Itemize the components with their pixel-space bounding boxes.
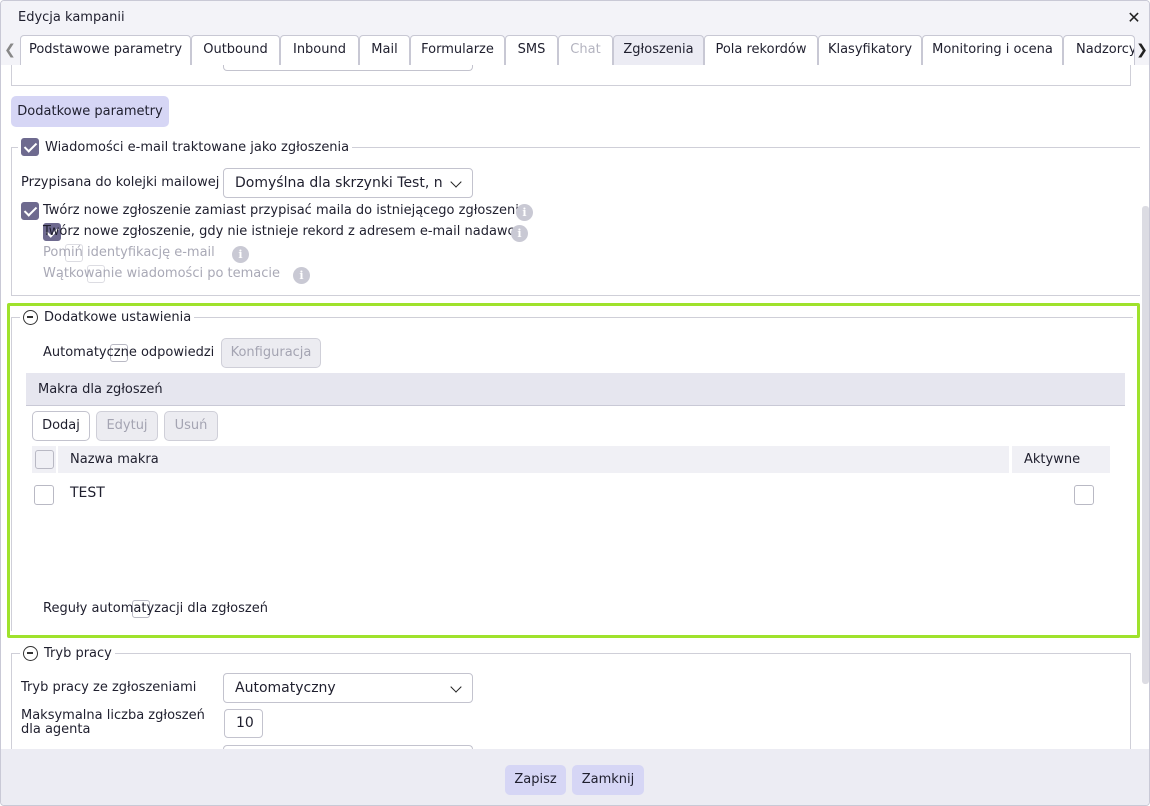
email-section-legend: Wiadomości e-mail traktowane jako zgłosz… bbox=[18, 137, 353, 157]
tab-klasyfikatory[interactable]: Klasyfikatory bbox=[818, 35, 922, 65]
dialog-footer: Zapisz Zamknij bbox=[1, 749, 1149, 805]
work-mode-select[interactable]: Automatyczny bbox=[223, 673, 473, 703]
tab-scroll-left-icon[interactable]: ❮ bbox=[3, 41, 17, 59]
save-button[interactable]: Zapisz bbox=[505, 765, 566, 795]
new-ticket-instead-checkbox[interactable] bbox=[21, 202, 39, 220]
max-tickets-input[interactable]: 10 bbox=[224, 709, 263, 738]
tab-scroll-right-icon[interactable]: ❯ bbox=[1135, 41, 1149, 59]
tab-monitoring-i-ocena[interactable]: Monitoring i ocena bbox=[922, 35, 1063, 65]
tab-mail[interactable]: Mail bbox=[359, 35, 410, 65]
scrollbar-thumb[interactable] bbox=[1142, 206, 1149, 684]
info-icon[interactable]: i bbox=[511, 225, 528, 242]
work-mode-select-value: Automatyczny bbox=[235, 680, 336, 696]
queue-label: Przypisana do kolejki mailowej bbox=[21, 175, 220, 190]
new-ticket-no-record-label: Twórz nowe zgłoszenie, gdy nie istnieje … bbox=[43, 224, 523, 239]
tab-chat: Chat bbox=[558, 35, 613, 65]
highlight-frame bbox=[7, 303, 1140, 638]
close-button[interactable]: Zamknij bbox=[572, 765, 644, 795]
dialog-title: Edycja kampanii bbox=[18, 10, 125, 25]
tab-podstawowe-parametry[interactable]: Podstawowe parametry bbox=[20, 35, 191, 65]
max-tickets-label: Maksymalna liczba zgłoszeń dla agenta bbox=[21, 708, 205, 737]
extra-params-button[interactable]: Dodatkowe parametry bbox=[11, 96, 169, 127]
previous-field bbox=[223, 65, 473, 71]
dialog-window: Edycja kampanii ✕ ❮ Podstawowe parametry… bbox=[0, 0, 1150, 806]
tab-nadzorcy[interactable]: Nadzorcy bbox=[1063, 35, 1135, 65]
email-as-ticket-checkbox[interactable] bbox=[21, 138, 39, 156]
skip-email-identification-label: Pomiń identyfikację e-mail bbox=[43, 245, 215, 260]
tab-bar: ❮ Podstawowe parametry Outbound Inbound … bbox=[1, 35, 1149, 65]
previous-section bbox=[11, 65, 1131, 86]
work-mode-legend: Tryb pracy bbox=[20, 643, 115, 663]
queue-select-value: Domyślna dla skrzynki Test, n bbox=[235, 175, 443, 191]
queue-select[interactable]: Domyślna dla skrzynki Test, n bbox=[223, 168, 473, 198]
chevron-down-icon bbox=[450, 681, 462, 693]
tab-formularze[interactable]: Formularze bbox=[410, 35, 505, 65]
info-icon[interactable]: i bbox=[232, 246, 249, 263]
chevron-down-icon bbox=[450, 176, 462, 188]
title-bar: Edycja kampanii ✕ bbox=[1, 1, 1149, 35]
thread-by-subject-label: Wątkowanie wiadomości po temacie bbox=[43, 266, 281, 281]
tab-sms[interactable]: SMS bbox=[505, 35, 558, 65]
tab-zgloszenia[interactable]: Zgłoszenia bbox=[613, 35, 704, 65]
tab-pola-rekordow[interactable]: Pola rekordów bbox=[704, 35, 818, 65]
tab-outbound[interactable]: Outbound bbox=[191, 35, 280, 65]
close-icon[interactable]: ✕ bbox=[1125, 9, 1143, 27]
new-ticket-instead-label: Twórz nowe zgłoszenie zamiast przypisać … bbox=[43, 203, 527, 218]
work-mode-legend-label: Tryb pracy bbox=[44, 645, 112, 661]
work-mode-label: Tryb pracy ze zgłoszeniami bbox=[21, 680, 197, 695]
tab-inbound[interactable]: Inbound bbox=[280, 35, 359, 65]
email-section-legend-label: Wiadomości e-mail traktowane jako zgłosz… bbox=[45, 139, 350, 155]
info-icon[interactable]: i bbox=[516, 204, 533, 221]
collapse-minus-icon[interactable] bbox=[23, 645, 38, 661]
info-icon[interactable]: i bbox=[293, 267, 310, 284]
